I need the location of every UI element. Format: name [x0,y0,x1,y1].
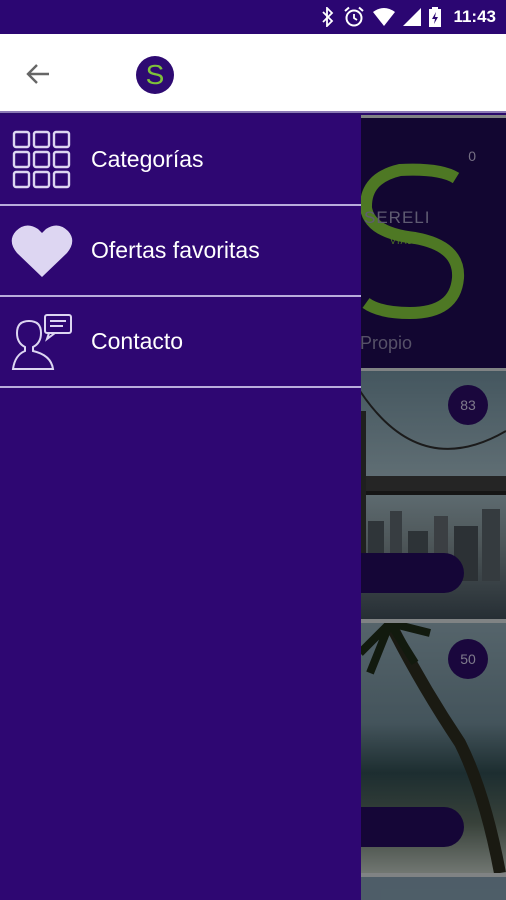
wifi-icon [373,8,396,26]
drawer-item-label: Contacto [91,328,184,354]
drawer-item-ofertas-favoritas[interactable]: Ofertas favoritas [0,206,361,297]
battery-charging-icon [429,7,442,27]
drawer-item-label: Ofertas favoritas [91,237,260,263]
drawer-item-label: Categorías [91,146,204,172]
cell-signal-icon [403,8,422,26]
drawer-item-categorias[interactable]: Categorías [0,115,361,206]
bluetooth-icon [321,7,335,27]
contact-person-icon [11,311,73,373]
arrow-back-icon[interactable] [18,56,58,92]
app-logo: S [136,56,174,94]
status-time: 11:43 [453,7,496,26]
heart-icon [11,220,73,282]
grid-icon [11,129,73,191]
navigation-drawer: Categorías Ofertas favoritas Contacto [0,115,361,900]
alarm-icon [343,6,365,28]
status-bar: 11:43 [0,0,506,34]
logo-letter: S [145,59,165,90]
app-bar: S [0,34,506,113]
drawer-item-contacto[interactable]: Contacto [0,297,361,388]
